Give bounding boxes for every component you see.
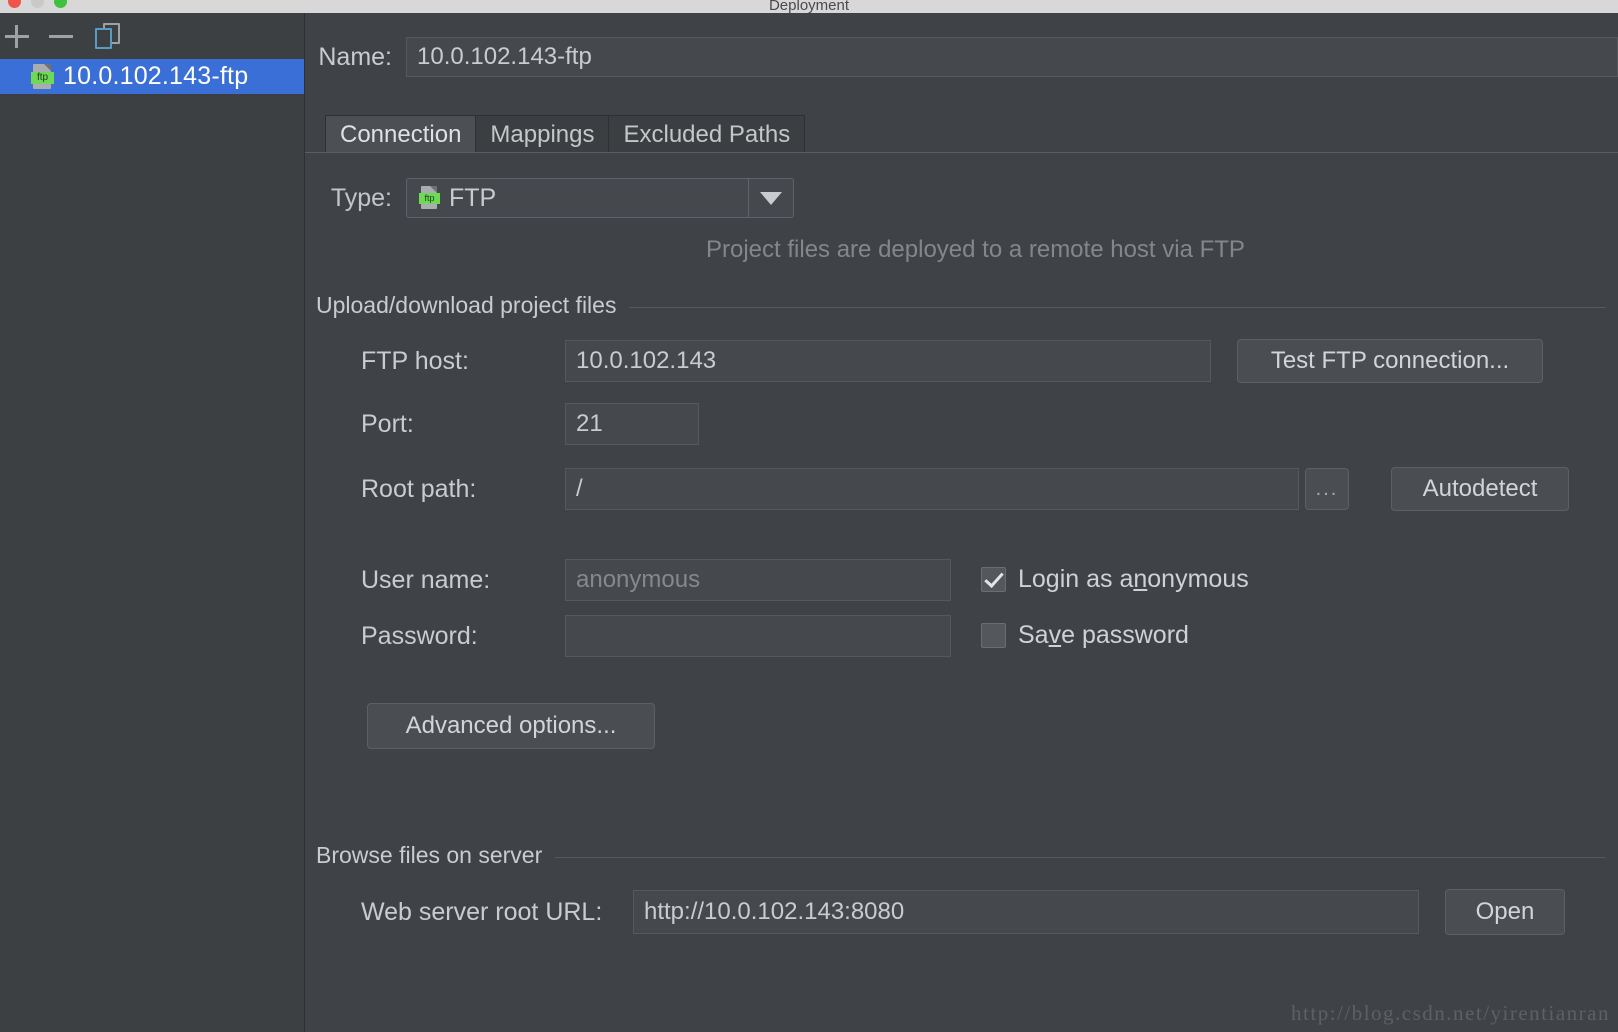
name-label: Name:	[318, 42, 392, 71]
root-path-browse-button[interactable]: ...	[1305, 468, 1349, 510]
type-hint-text: Project files are deployed to a remote h…	[706, 236, 1245, 263]
ftp-icon: ftp	[419, 186, 440, 210]
remove-server-button[interactable]	[44, 20, 78, 52]
upload-group-title: Upload/download project files	[316, 292, 617, 318]
copy-server-button[interactable]	[90, 20, 124, 52]
advanced-options-button[interactable]: Advanced options...	[367, 703, 655, 749]
name-row: Name: 10.0.102.143-ftp	[305, 34, 1618, 80]
root-path-input[interactable]: /	[565, 468, 1299, 510]
type-dropdown[interactable]: ftp FTP	[406, 178, 794, 218]
save-password-label: Save password	[1018, 621, 1189, 649]
sidebar-item-label: 10.0.102.143-ftp	[63, 62, 249, 90]
login-as-anonymous-checkbox[interactable]: Login as anonymous	[981, 565, 1249, 594]
tab-connection[interactable]: Connection	[325, 115, 477, 153]
browse-group-header: Browse files on server	[316, 842, 1606, 869]
deployment-dialog: Deployment ftp 10.0.102.143-ftp Name: 10…	[0, 0, 1618, 1032]
plus-icon-vertical	[15, 25, 18, 48]
tab-excluded-paths[interactable]: Excluded Paths	[608, 115, 806, 153]
checkbox-box[interactable]	[981, 567, 1006, 592]
password-input[interactable]	[565, 615, 951, 657]
root-path-label: Root path:	[361, 474, 477, 503]
open-button[interactable]: Open	[1445, 889, 1565, 935]
web-root-row: Web server root URL: http://10.0.102.143…	[361, 889, 1565, 935]
add-server-button[interactable]	[0, 20, 34, 52]
user-name-input[interactable]: anonymous	[565, 559, 951, 601]
port-label: Port:	[361, 409, 414, 438]
upload-group-header: Upload/download project files	[316, 292, 1606, 319]
port-input[interactable]: 21	[565, 403, 699, 445]
window-titlebar: Deployment	[0, 0, 1618, 13]
tab-bar: Connection Mappings Excluded Paths	[325, 113, 806, 153]
web-root-input[interactable]: http://10.0.102.143:8080	[633, 890, 1419, 934]
watermark-text: http://blog.csdn.net/yirentianran	[1291, 1001, 1610, 1025]
group-separator	[555, 857, 1606, 858]
tab-mappings[interactable]: Mappings	[475, 115, 610, 153]
server-list-sidebar: ftp 10.0.102.143-ftp	[0, 13, 305, 1032]
password-label: Password:	[361, 621, 478, 650]
group-separator	[629, 307, 1606, 308]
type-row: Type: ftp FTP	[305, 178, 794, 218]
user-name-label: User name:	[361, 565, 491, 594]
sidebar-item-ftp-server[interactable]: ftp 10.0.102.143-ftp	[0, 59, 304, 94]
name-input[interactable]: 10.0.102.143-ftp	[406, 37, 1618, 77]
user-name-row: User name: anonymous	[361, 559, 951, 601]
ftp-host-label: FTP host:	[361, 346, 469, 375]
ftp-host-row: FTP host: 10.0.102.143 Test FTP connecti…	[361, 339, 1543, 383]
password-row: Password:	[361, 615, 951, 657]
type-dropdown-text: FTP	[449, 183, 497, 212]
type-dropdown-value: ftp FTP	[407, 184, 748, 213]
root-path-row: Root path: / ... Autodetect	[361, 467, 1569, 511]
web-root-label: Web server root URL:	[361, 897, 603, 926]
login-as-anonymous-label: Login as anonymous	[1018, 565, 1249, 593]
minus-icon	[49, 35, 73, 38]
browse-group-title: Browse files on server	[316, 842, 543, 868]
chevron-down-icon[interactable]	[748, 179, 793, 217]
test-ftp-connection-button[interactable]: Test FTP connection...	[1237, 339, 1543, 383]
port-row: Port: 21	[361, 403, 699, 445]
connection-panel: Name: 10.0.102.143-ftp Connection Mappin…	[305, 13, 1618, 1032]
type-label: Type:	[330, 183, 392, 212]
tab-underline	[305, 152, 1618, 153]
ftp-icon: ftp	[31, 63, 54, 90]
save-password-checkbox[interactable]: Save password	[981, 621, 1189, 650]
checkbox-box[interactable]	[981, 623, 1006, 648]
autodetect-button[interactable]: Autodetect	[1391, 467, 1569, 511]
sidebar-toolbar	[0, 13, 304, 59]
copy-icon	[94, 23, 122, 50]
ftp-host-input[interactable]: 10.0.102.143	[565, 340, 1211, 382]
window-title: Deployment	[768, 0, 850, 13]
